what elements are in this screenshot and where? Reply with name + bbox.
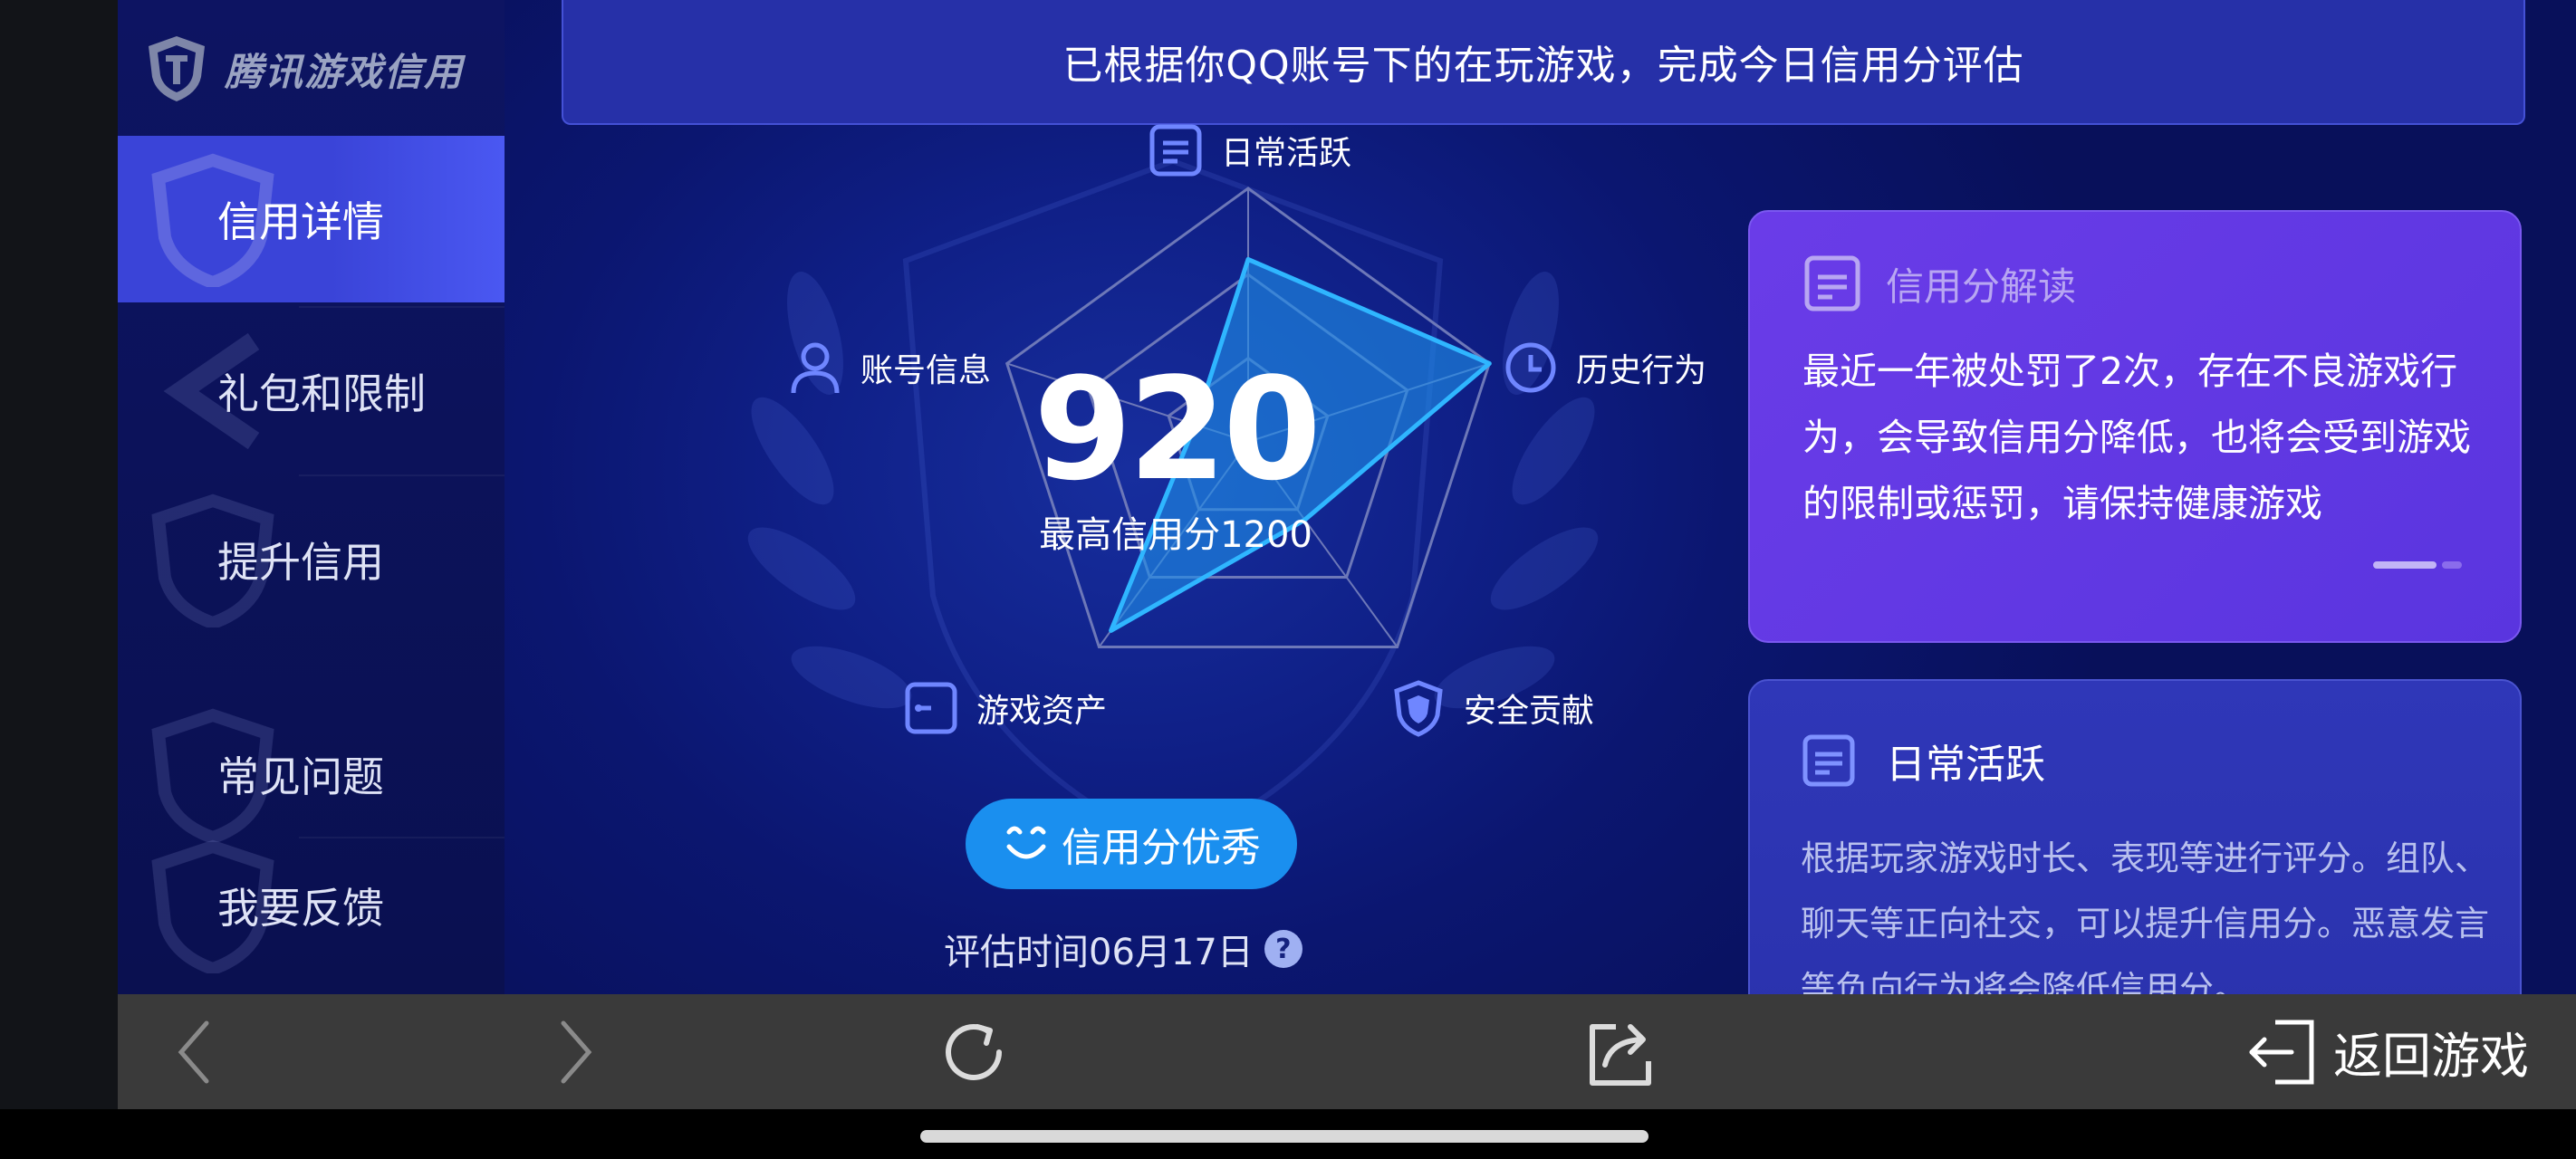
banner-text: 已根据你QQ账号下的在玩游戏，完成今日信用分评估 [1062, 43, 2024, 89]
share-button[interactable] [1576, 994, 1667, 1109]
axis-label-text: 日常活跃 [1221, 135, 1352, 172]
evaluation-time: 评估时间06月17日 ? [944, 922, 1302, 976]
radar-axis-account: 账号信息 [786, 339, 991, 397]
return-to-game-button[interactable]: 返回游戏 [2244, 994, 2562, 1109]
axis-label-text: 历史行为 [1576, 352, 1707, 389]
radar-axis-security: 安全贡献 [1389, 679, 1594, 737]
daily-activity-card[interactable]: 日常活跃 根据玩家游戏时长、表现等进行评分。组队、聊天等正向社交，可以提升信用分… [1748, 679, 2522, 994]
sidebar-item-gifts-limits[interactable]: 礼包和限制 [118, 308, 505, 474]
sidebar-item-credit-detail[interactable]: 信用详情 [118, 136, 505, 302]
refresh-button[interactable] [928, 994, 1019, 1109]
evaluation-time-text: 评估时间06月17日 [944, 932, 1254, 973]
axis-label-text: 安全贡献 [1464, 693, 1595, 730]
card-header: 日常活跃 [1801, 732, 2045, 790]
card-title: 信用分解读 [1886, 263, 2077, 309]
refresh-icon [946, 1023, 1002, 1080]
left-edge-strip [0, 0, 118, 1109]
card-pager[interactable] [2373, 561, 2462, 569]
chevron-right-icon [561, 1020, 592, 1083]
shield-icon [1394, 680, 1443, 737]
sidebar-item-label: 礼包和限制 [217, 369, 426, 418]
card-title: 日常活跃 [1886, 742, 2045, 788]
radar-axis-history: 历史行为 [1502, 339, 1706, 397]
card-body: 根据玩家游戏时长、表现等进行评分。组队、聊天等正向社交，可以提升信用分。恶意发言… [1801, 838, 2490, 994]
credit-grade-button[interactable]: 信用分优秀 [966, 799, 1297, 889]
user-icon [791, 342, 840, 394]
evaluation-banner: 已根据你QQ账号下的在玩游戏，完成今日信用分评估 [562, 0, 2525, 125]
sidebar-item-label: 信用详情 [217, 197, 384, 246]
sidebar-item-faq[interactable]: 常见问题 [118, 693, 505, 856]
share-icon [1590, 1023, 1651, 1086]
chevron-left-icon [178, 1020, 209, 1083]
back-button[interactable] [154, 994, 235, 1109]
document-icon [1804, 255, 1860, 311]
card-header: 信用分解读 [1802, 254, 2076, 313]
credit-score: 920 [1033, 347, 1322, 512]
max-score-label: 最高信用分1200 [1039, 514, 1312, 556]
return-to-game-label: 返回游戏 [2333, 1028, 2529, 1085]
brand-title: 腾讯游戏信用 [225, 49, 465, 94]
home-indicator[interactable] [920, 1130, 1648, 1143]
clock-icon [1505, 342, 1556, 393]
document-icon [1149, 124, 1202, 177]
sidebar-item-feedback[interactable]: 我要反馈 [118, 833, 505, 978]
smile-icon [1006, 826, 1046, 859]
pager-dot-active [2373, 561, 2437, 569]
card-body: 最近一年被处罚了2次，存在不良游戏行为，会导致信用分降低，也将会受到游戏的限制或… [1802, 350, 2471, 525]
sidebar-item-label: 提升信用 [217, 538, 384, 587]
document-icon [1802, 734, 1855, 787]
brand: 腾讯游戏信用 [145, 25, 464, 112]
radar-axis-assets: 游戏资产 [902, 679, 1107, 737]
credit-interpretation-card[interactable]: 信用分解读 最近一年被处罚了2次，存在不良游戏行为，会导致信用分降低，也将会受到… [1748, 210, 2522, 643]
credit-grade-label: 信用分优秀 [1062, 825, 1261, 871]
forward-button[interactable] [534, 994, 616, 1109]
axis-label-text: 游戏资产 [976, 693, 1108, 730]
help-icon[interactable]: ? [1264, 930, 1302, 968]
pager-dot [2442, 561, 2462, 569]
axis-label-text: 账号信息 [860, 352, 992, 389]
sidebar-item-improve-credit[interactable]: 提升信用 [118, 476, 505, 643]
radar-axis-daily: 日常活跃 [1147, 121, 1351, 179]
sidebar-item-label: 常见问题 [217, 752, 384, 801]
exit-icon [2249, 1020, 2314, 1084]
browser-toolbar: 返回游戏 [118, 994, 2576, 1109]
app-screen: 腾讯游戏信用 信用详情 礼包和限制 提升信用 常见问题 我要反馈 已根据你QQ账… [118, 0, 2576, 994]
shield-logo-icon [149, 36, 205, 101]
asset-icon [905, 682, 957, 734]
sidebar-item-label: 我要反馈 [217, 884, 384, 933]
sidebar: 腾讯游戏信用 信用详情 礼包和限制 提升信用 常见问题 我要反馈 [118, 0, 505, 994]
